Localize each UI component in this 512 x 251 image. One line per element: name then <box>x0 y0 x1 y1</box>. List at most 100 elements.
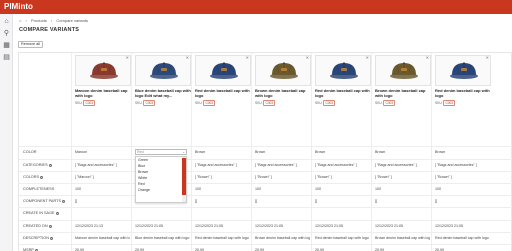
cell-description: Red denim baseball cap with logo <box>435 236 489 240</box>
cell-colors: [ "Brown" ] <box>195 175 212 179</box>
remove-icon[interactable]: ✕ <box>186 56 189 60</box>
sku-label: SKU: <box>135 101 143 105</box>
sku-badge: C003 <box>383 100 396 106</box>
cell-categories: [ "Bags and accessories" ] <box>255 163 297 167</box>
sku-badge: C003 <box>323 100 336 106</box>
cell-description: Maroon denim baseball cap with logo <box>75 236 130 240</box>
help-icon[interactable]: ? <box>61 199 65 203</box>
cell-color: Brown <box>255 150 266 154</box>
color-dropdown: Green Blue Brown White Red Orange <box>135 156 187 203</box>
sku-badge: C003 <box>263 100 276 106</box>
cell-categories: [ "Bags and accessories" ] <box>195 163 237 167</box>
help-icon[interactable]: ? <box>40 175 44 179</box>
product-name[interactable]: Blue denim baseball cap with logo Edit w… <box>135 88 191 98</box>
breadcrumb-products[interactable]: Products <box>31 18 47 23</box>
product-column: ✕ Red denim baseball cap with logo SKU: C00… <box>311 53 371 251</box>
row-label: CREATED ON? <box>23 224 52 228</box>
sku-label: SKU: <box>195 101 203 105</box>
cell-colors: [ "Maroon" ] <box>75 175 94 179</box>
color-select-value: Red <box>137 150 144 154</box>
pin-icon[interactable]: ⚲ <box>3 30 10 37</box>
help-icon[interactable]: ? <box>49 236 53 240</box>
help-icon[interactable]: ? <box>55 211 59 215</box>
product-name[interactable]: Red denim baseball cap with logo <box>435 88 491 98</box>
cell-description: Brown denim baseball cap with logo <box>255 236 310 240</box>
product-name[interactable]: Brown denim baseball cap with logo <box>375 88 431 98</box>
product-column: ✕ Blue denim baseball cap with logo Edit … <box>131 53 191 251</box>
product-image[interactable]: ✕ <box>315 55 371 86</box>
compare-table: COLOR CATEGORIES? COLORS? COMPLETENESS COMPO… <box>18 52 512 251</box>
help-icon[interactable]: ? <box>48 163 52 167</box>
dropdown-scrollbar-thumb[interactable] <box>182 158 186 195</box>
dropdown-scrollbar[interactable] <box>182 157 186 202</box>
product-image[interactable]: ✕ <box>435 55 491 86</box>
main-content: ⌂ › Products › Compare variants COMPARE … <box>13 14 512 251</box>
cell-component-parts: [] <box>75 199 77 203</box>
cell-component-parts: [] <box>435 199 437 203</box>
remove-icon[interactable]: ✕ <box>426 56 429 60</box>
product-sku: SKU: C003 <box>315 100 336 106</box>
cell-created-on: 12/12/2023 21:13 <box>75 224 103 228</box>
sku-label: SKU: <box>435 101 443 105</box>
cell-colors: [ "Brown" ] <box>435 175 452 179</box>
remove-icon[interactable]: ✕ <box>126 56 129 60</box>
page-title: COMPARE VARIANTS <box>19 27 80 33</box>
home-icon[interactable]: ⌂ <box>19 18 21 23</box>
product-sku: SKU: C003 <box>255 100 276 106</box>
cell-component-parts: [] <box>375 199 377 203</box>
cell-created-on: 12/12/2023 21:05 <box>315 224 343 228</box>
row-label-text: CREATE IN SAGE <box>23 211 55 215</box>
cell-description: Red denim baseball cap with logo <box>195 236 249 240</box>
row-label-text: COMPONENT PARTS <box>23 199 61 203</box>
remove-icon[interactable]: ✕ <box>486 56 489 60</box>
product-image[interactable]: ✕ <box>75 55 131 86</box>
product-image[interactable]: ✕ <box>255 55 311 86</box>
sku-badge: C003 <box>83 100 96 106</box>
product-sku: SKU: C003 <box>435 100 456 106</box>
grid-icon[interactable]: ▦ <box>3 42 10 49</box>
product-name[interactable]: Red denim baseball cap with logo <box>195 88 251 98</box>
remove-icon[interactable]: ✕ <box>246 56 249 60</box>
cell-component-parts: [] <box>195 199 197 203</box>
row-label-text: COMPLETENESS <box>23 187 55 191</box>
remove-all-button[interactable]: Remove all <box>18 41 43 48</box>
cell-description: Brown denim baseball cap with logo <box>375 236 430 240</box>
sku-badge: C003 <box>143 100 156 106</box>
cell-completeness: 100 <box>375 187 381 191</box>
product-column: ✕ Brown denim baseball cap with logo SKU: C… <box>371 53 431 251</box>
product-image[interactable]: ✕ <box>195 55 251 86</box>
product-sku: SKU: C003 <box>375 100 396 106</box>
app-title: PIMinto <box>4 2 33 11</box>
row-label: COLORS? <box>23 175 44 179</box>
product-column: ✕ Red denim baseball cap with logo SKU: C00… <box>431 53 491 251</box>
sku-label: SKU: <box>255 101 263 105</box>
product-image[interactable]: ✕ <box>135 55 191 86</box>
cell-color: Brown <box>435 150 446 154</box>
product-image[interactable]: ✕ <box>375 55 431 86</box>
row-label-text: COLOR <box>23 150 37 154</box>
cell-completeness: 100 <box>315 187 321 191</box>
help-icon[interactable]: ? <box>48 224 52 228</box>
table-icon[interactable]: ▤ <box>3 54 10 61</box>
cell-description: Red denim baseball cap with logo <box>315 236 369 240</box>
cell-completeness: 100 <box>195 187 201 191</box>
remove-icon[interactable]: ✕ <box>306 56 309 60</box>
product-sku: SKU: C003 <box>75 100 96 106</box>
product-name[interactable]: Red denim baseball cap with logo <box>315 88 371 98</box>
sku-badge: C003 <box>203 100 216 106</box>
remove-icon[interactable]: ✕ <box>366 56 369 60</box>
color-select[interactable]: Red ⌄ <box>135 149 187 155</box>
cell-colors: [ "Brown" ] <box>315 175 332 179</box>
product-name[interactable]: Brown denim baseball cap with logo <box>255 88 311 98</box>
breadcrumb-compare: Compare variants <box>56 18 88 23</box>
cell-completeness: 100 <box>255 187 261 191</box>
breadcrumb: ⌂ › Products › Compare variants <box>19 18 88 23</box>
dropdown-option[interactable]: Orange <box>136 187 186 193</box>
product-name[interactable]: Maroon denim baseball cap with logo <box>75 88 131 98</box>
sku-badge: C003 <box>443 100 456 106</box>
row-label: COMPONENT PARTS? <box>23 199 65 203</box>
home-icon[interactable]: ⌂ <box>3 18 10 25</box>
cell-color: Maroon <box>75 150 88 154</box>
cell-categories: [ "Bags and accessories" ] <box>375 163 417 167</box>
cell-color: Brown <box>195 150 206 154</box>
